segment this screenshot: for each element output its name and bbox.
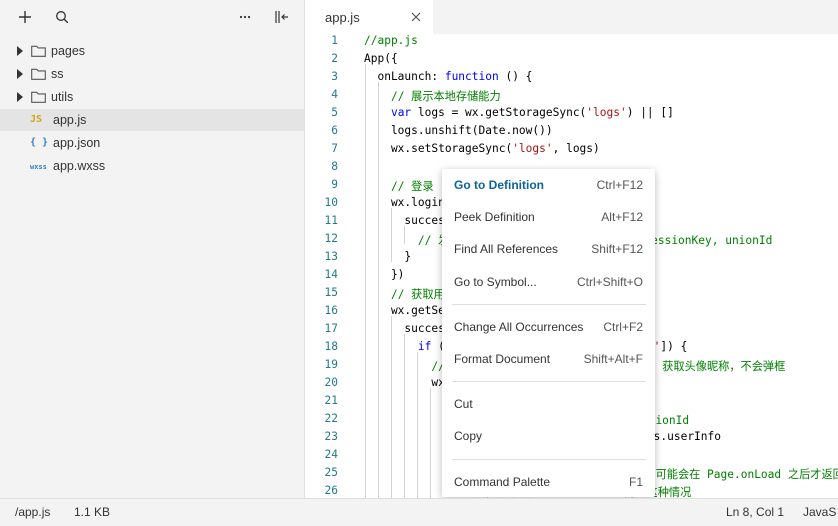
tree-item-label: ss	[51, 67, 64, 81]
tab-label: app.js	[325, 10, 360, 25]
menu-item-find-all-references[interactable]: Find All References Shift+F12	[442, 237, 655, 263]
code-line: 3 onLaunch: function () {	[331, 70, 533, 83]
folder-icon	[31, 68, 46, 83]
status-file-path: /app.js	[15, 505, 51, 519]
folder-icon	[31, 91, 46, 106]
json-file-icon: { }	[30, 137, 49, 148]
menu-separator	[452, 304, 646, 305]
menu-item-change-all-occurrences[interactable]: Change All Occurrences Ctrl+F2	[442, 315, 655, 341]
tree-item-label: app.js	[53, 113, 87, 127]
tree-item-label: app.json	[53, 136, 101, 150]
tree-item-label: pages	[51, 44, 86, 58]
context-menu: Go to Definition Ctrl+F12 Peek Definitio…	[442, 169, 655, 497]
tree-item-label: utils	[51, 90, 74, 104]
menu-item-format-document[interactable]: Format Document Shift+Alt+F	[442, 347, 655, 373]
menu-item-go-to-symbol[interactable]: Go to Symbol... Ctrl+Shift+O	[442, 270, 655, 296]
explorer-toolbar	[0, 0, 304, 34]
add-icon[interactable]	[16, 8, 34, 26]
status-cursor-position[interactable]: Ln 8, Col 1	[726, 505, 784, 519]
menu-item-command-palette[interactable]: Command Palette F1	[442, 470, 655, 496]
code-line: 1//app.js	[331, 34, 418, 47]
status-bar: /app.js 1.1 KB Ln 8, Col 1 JavaS	[0, 498, 838, 526]
chevron-right-icon	[17, 92, 23, 102]
file-explorer-sidebar: pages ss utils JS app.js { } app.json wx…	[0, 0, 305, 498]
status-language[interactable]: JavaS	[803, 505, 836, 519]
menu-item-go-to-definition[interactable]: Go to Definition Ctrl+F12	[442, 173, 655, 199]
folder-icon	[31, 45, 46, 60]
tree-item-utils[interactable]: utils	[0, 86, 304, 108]
tree-item-app-wxss[interactable]: wxss app.wxss	[0, 155, 304, 177]
tree-item-app-js[interactable]: JS app.js	[0, 109, 304, 131]
code-line: 7 wx.setStorageSync('logs', logs)	[331, 142, 600, 155]
editor-tab-bar: app.js	[305, 0, 838, 35]
close-icon[interactable]	[409, 10, 423, 24]
menu-separator	[452, 459, 646, 460]
more-icon[interactable]	[236, 8, 254, 26]
menu-item-peek-definition[interactable]: Peek Definition Alt+F12	[442, 205, 655, 231]
code-line: 2 App({	[331, 52, 398, 65]
menu-item-copy[interactable]: Copy	[442, 424, 655, 450]
chevron-right-icon	[17, 46, 23, 56]
tab-app-js[interactable]: app.js	[305, 0, 433, 34]
tree-item-pages[interactable]: pages	[0, 40, 304, 62]
menu-item-cut[interactable]: Cut	[442, 392, 655, 418]
chevron-right-icon	[17, 69, 23, 79]
collapse-sidebar-icon[interactable]	[273, 8, 291, 26]
code-line: 6 logs.unshift(Date.now())	[331, 124, 553, 137]
tree-item-ss[interactable]: ss	[0, 63, 304, 85]
code-line: 5 var logs = wx.getStorageSync('logs') |…	[331, 106, 674, 119]
js-file-icon: JS	[30, 114, 43, 125]
status-file-size: 1.1 KB	[74, 505, 111, 519]
search-icon[interactable]	[53, 8, 71, 26]
menu-separator	[452, 381, 646, 382]
wxss-file-icon: wxss	[30, 163, 47, 171]
tree-item-app-json[interactable]: { } app.json	[0, 132, 304, 154]
code-line: 4 // 展示本地存储能力	[331, 88, 501, 103]
tree-item-label: app.wxss	[53, 159, 106, 173]
